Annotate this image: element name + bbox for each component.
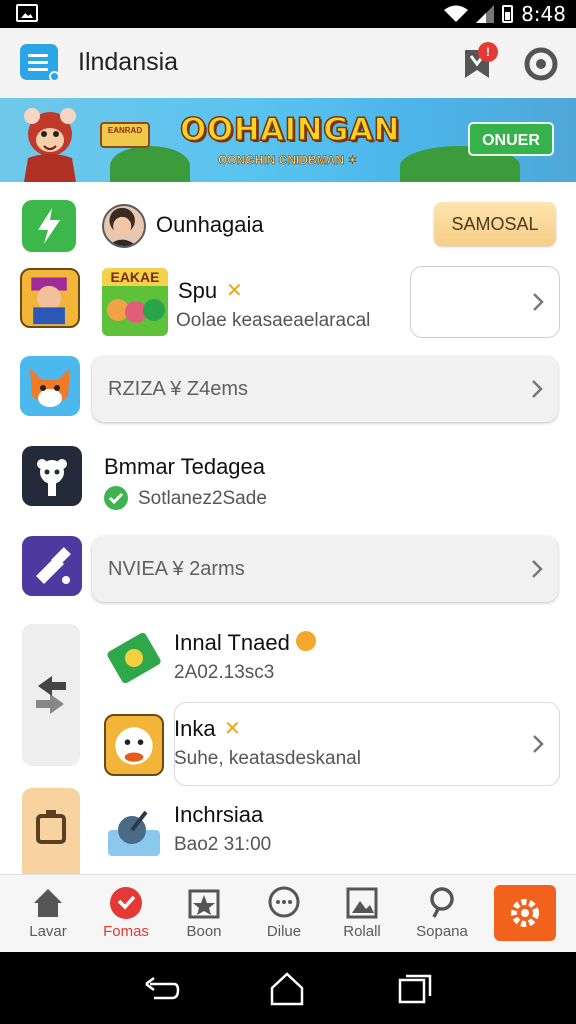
- chevron-right-icon: [532, 560, 543, 578]
- menu-icon[interactable]: [20, 44, 60, 82]
- game-detail-card[interactable]: [410, 266, 560, 338]
- trade-title: Innal Tnaed: [174, 630, 290, 655]
- mascot-app-icon[interactable]: [22, 446, 82, 506]
- gallery-notification-icon: [16, 4, 38, 22]
- nav-chat[interactable]: Dilue: [244, 875, 324, 953]
- monkey-mascot-icon: [24, 108, 76, 182]
- satellite-icon: [104, 804, 164, 860]
- nav-gallery[interactable]: Rolall: [322, 875, 402, 953]
- game-thumbnail[interactable]: EAKAE: [102, 268, 168, 336]
- item-title: Inchrsiaa: [174, 802, 264, 827]
- team-name: Bmmar Tedagea: [104, 454, 266, 479]
- battery-icon: [502, 5, 514, 23]
- swap-rail[interactable]: [22, 624, 80, 766]
- swap-arrows-icon: [36, 676, 66, 714]
- signal-icon: [476, 5, 495, 23]
- game-thumbnail-label: EAKAE: [102, 268, 168, 286]
- chevron-right-icon: [533, 735, 544, 753]
- game-title: Spu: [178, 278, 218, 303]
- palm-decoration: [110, 146, 190, 182]
- nav-favorites[interactable]: Fomas: [86, 875, 166, 953]
- banner-logo: EANRAD: [100, 122, 150, 148]
- search-icon: [430, 887, 454, 918]
- nav-label: Dilue: [266, 923, 302, 940]
- duck-game-icon[interactable]: [104, 714, 164, 776]
- game-subtitle: Suhe, keatasdeskanal: [174, 748, 361, 769]
- nav-label: Boon: [186, 923, 222, 940]
- chevron-right-icon: [532, 380, 543, 398]
- settings-icon[interactable]: [522, 45, 560, 83]
- heart-badge-icon: [110, 887, 142, 919]
- item-subtitle: Bao2 31:00: [174, 834, 272, 855]
- banner-subtitle: OONGHIN CNIDBMAN ✶: [218, 153, 358, 168]
- banner-cta-button[interactable]: ONUER: [468, 122, 554, 156]
- tool-app-icon[interactable]: [22, 536, 82, 596]
- home-icon: [34, 889, 62, 917]
- app-bar: Ilndansia !: [0, 28, 576, 98]
- check-icon: [104, 486, 128, 510]
- close-mark-icon: ✕: [226, 280, 243, 302]
- system-nav-bar: [0, 952, 576, 1024]
- stat-pill[interactable]: RZIZA ¥ Z4ems: [92, 356, 558, 422]
- banner-title: OOHAINGAN: [179, 111, 401, 149]
- nav-search[interactable]: Sopana: [402, 875, 482, 953]
- nav-boon[interactable]: Boon: [164, 875, 244, 953]
- wallet-rail[interactable]: [22, 788, 80, 878]
- lightning-app-icon[interactable]: [22, 200, 76, 252]
- nav-home[interactable]: Lavar: [8, 875, 88, 953]
- back-icon[interactable]: [142, 970, 180, 1006]
- home-nav-icon[interactable]: [268, 970, 306, 1006]
- chevron-right-icon: [533, 293, 544, 311]
- game-character-icon[interactable]: [20, 268, 80, 328]
- image-frame-icon: [346, 887, 378, 919]
- stat-pill-text: RZIZA ¥ Z4ems: [108, 378, 249, 400]
- profile-action-button[interactable]: SAMOSAL: [434, 202, 556, 246]
- close-mark-icon: ✕: [224, 718, 241, 740]
- fox-app-icon[interactable]: [20, 356, 80, 416]
- status-dot: [296, 631, 316, 651]
- promo-banner[interactable]: EANRAD OOHAINGAN OONGHIN CNIDBMAN ✶ ONUE…: [0, 98, 576, 182]
- bottom-nav: Lavar Fomas Boon Dilue Rolall Sopana: [0, 874, 576, 952]
- nav-label: Rolall: [343, 923, 381, 940]
- app-title: Ilndansia: [78, 48, 179, 76]
- notification-badge: !: [478, 42, 498, 62]
- chat-bubble-icon: [268, 886, 300, 918]
- nav-label: Sopana: [416, 923, 468, 940]
- team-subtitle: Sotlanez2Sade: [138, 488, 267, 509]
- nav-label: Lavar: [29, 923, 67, 940]
- game-title: Inka: [174, 716, 216, 741]
- recents-icon[interactable]: [396, 970, 434, 1006]
- nav-label: Fomas: [103, 923, 149, 940]
- star-box-icon: [188, 889, 220, 919]
- gear-icon: [511, 899, 539, 927]
- avatar[interactable]: [102, 204, 146, 248]
- game-detail-card[interactable]: [174, 702, 560, 786]
- status-time: 8:48: [521, 2, 566, 26]
- stat-pill[interactable]: NVIEA ¥ 2arms: [92, 536, 558, 602]
- status-icons: 8:48: [444, 2, 566, 26]
- money-icon: [104, 628, 164, 688]
- wallet-icon: [36, 810, 66, 844]
- game-subtitle: Oolae keasaeaelaracal: [176, 310, 371, 331]
- status-bar: 8:48: [0, 0, 576, 28]
- gear-fab-button[interactable]: [494, 885, 556, 941]
- stat-pill-text: NVIEA ¥ 2arms: [108, 558, 245, 580]
- trade-subtitle: 2A02.13sc3: [174, 662, 275, 683]
- profile-name: Ounhagaia: [156, 212, 264, 237]
- wifi-icon: [444, 5, 469, 22]
